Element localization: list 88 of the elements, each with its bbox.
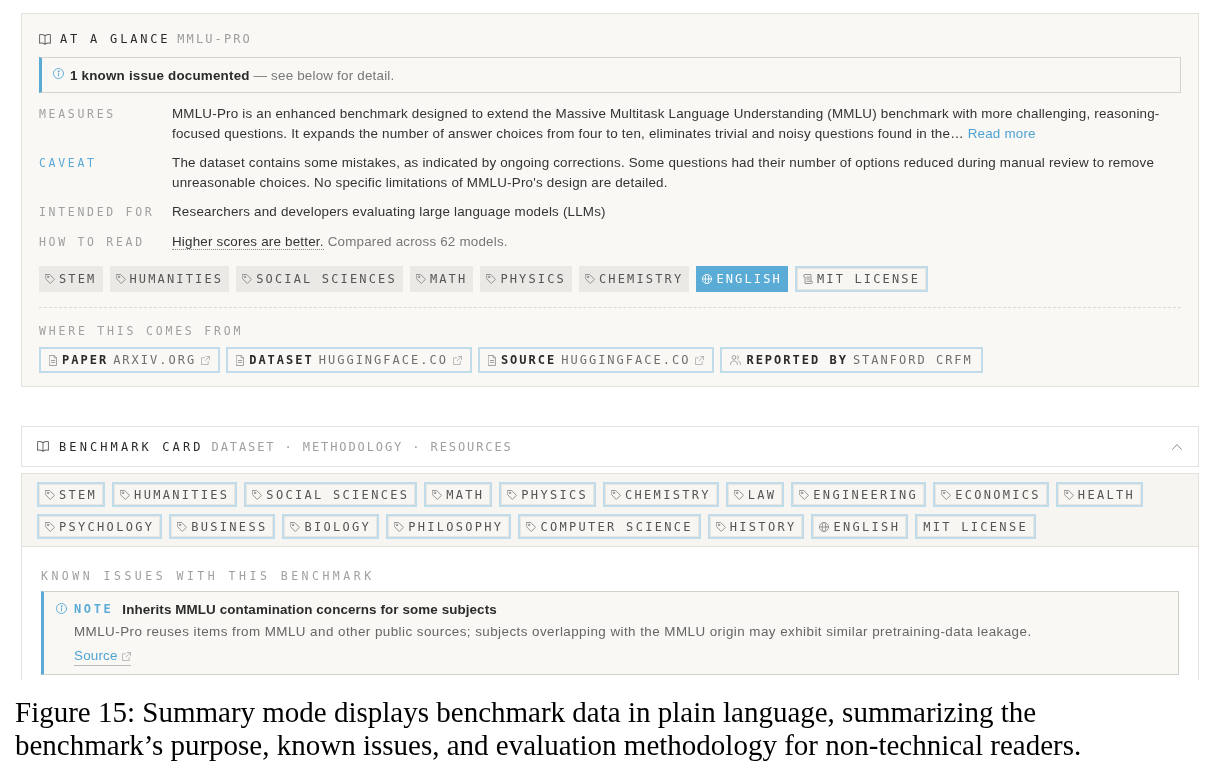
issue-title: Inherits MMLU contamination concerns for some subjects bbox=[122, 601, 497, 617]
credit-tag: REPORTED BY STANFORD CRFM bbox=[720, 347, 983, 373]
tag-icon bbox=[177, 521, 188, 532]
external-link-icon bbox=[695, 355, 705, 365]
tag-icon bbox=[415, 274, 426, 284]
severity-label: NOTE bbox=[74, 602, 114, 616]
external-link-icon bbox=[201, 355, 211, 365]
subject-tag: MATH bbox=[424, 482, 493, 507]
subject-tag: HEALTH bbox=[1055, 482, 1143, 507]
info-icon bbox=[53, 68, 64, 79]
globe-icon bbox=[819, 521, 830, 532]
tag-icon bbox=[486, 274, 497, 284]
subject-tag: BUSINESS bbox=[169, 514, 276, 539]
tag-icon bbox=[941, 489, 952, 500]
tag-icon bbox=[432, 489, 443, 500]
notice-text: 1 known issue documented — see below for detail. bbox=[70, 67, 395, 83]
tag-icon bbox=[394, 521, 405, 532]
document-icon bbox=[49, 354, 57, 366]
section-title: BENCHMARK CARD bbox=[59, 439, 204, 454]
subject-tag: STEM bbox=[39, 266, 103, 292]
source-link[interactable]: PAPER ARXIV.ORG bbox=[39, 347, 221, 373]
figure-caption: Figure 15: Summary mode displays benchmark data in plain language, summarizing the benchmark’s purpose, known issues, and evaluation methodology for non-technical readers. bbox=[15, 696, 1083, 762]
field-label: INTENDED FOR bbox=[39, 204, 156, 221]
source-link[interactable]: SOURCE HUGGINGFACE.CO bbox=[477, 347, 715, 373]
field-label: HOW TO READ bbox=[39, 234, 146, 251]
field-label: CAVEAT bbox=[39, 155, 98, 172]
language-tag: ENGLISH bbox=[811, 514, 909, 539]
section-heading: KNOWN ISSUES WITH THIS BENCHMARK bbox=[41, 569, 376, 583]
subject-tag: ECONOMICS bbox=[933, 482, 1049, 507]
document-icon bbox=[236, 354, 245, 366]
subject-tag: HUMANITIES bbox=[112, 482, 238, 507]
field-label: MEASURES bbox=[39, 106, 117, 123]
license-tag: MIT LICENSE bbox=[915, 514, 1036, 539]
subject-tag: HUMANITIES bbox=[109, 266, 230, 292]
section-title: AT A GLANCE bbox=[60, 32, 171, 46]
tag-icon bbox=[733, 489, 744, 500]
globe-icon bbox=[702, 274, 713, 284]
book-icon bbox=[39, 33, 51, 45]
info-icon bbox=[56, 603, 67, 614]
people-icon bbox=[730, 355, 742, 365]
subject-tag: MATH bbox=[409, 266, 474, 292]
tag-icon bbox=[715, 521, 726, 532]
subject-tag: PHYSICS bbox=[499, 482, 597, 507]
tag-icon bbox=[45, 274, 55, 284]
tag-icon bbox=[1063, 489, 1074, 500]
tag-icon bbox=[242, 274, 253, 284]
scroll-icon bbox=[803, 274, 813, 284]
external-link-icon bbox=[452, 355, 462, 365]
section-subtitle: DATASET · METHODOLOGY · RESOURCES bbox=[211, 439, 513, 454]
section-heading: WHERE THIS COMES FROM bbox=[39, 324, 245, 338]
tag-icon bbox=[115, 274, 126, 284]
field-text: Researchers and developers evaluating large language models (LLMs) bbox=[172, 203, 607, 221]
comparison-note: Compared across 62 models. bbox=[327, 234, 508, 249]
subject-tag: STEM bbox=[37, 482, 106, 507]
tag-icon bbox=[45, 489, 55, 500]
subject-tag: LAW bbox=[725, 482, 785, 507]
score-hint: Higher scores are better. bbox=[172, 234, 324, 250]
subject-tag: ENGINEERING bbox=[791, 482, 927, 507]
subject-tag: SOCIAL SCIENCES bbox=[244, 482, 418, 507]
benchmark-name: MMLU-PRO bbox=[177, 32, 252, 46]
tag-icon bbox=[585, 274, 595, 284]
subject-tag: BIOLOGY bbox=[282, 514, 380, 539]
license-tag: MIT LICENSE bbox=[795, 266, 929, 292]
tag-icon bbox=[290, 521, 301, 532]
subject-tag: SOCIAL SCIENCES bbox=[236, 266, 403, 292]
language-tag: ENGLISH bbox=[696, 266, 788, 292]
tag-icon bbox=[507, 489, 518, 500]
field-text: MMLU-Pro is an enhanced benchmark designed to extend the Massive Multitask Language Understanding (MMLU) benchmark with more challenging, reasoning-focused questions. It expands the number of answer choices from four to ten, eliminates trivial and noisy questions found in the… Read more bbox=[172, 105, 1161, 143]
tag-icon bbox=[120, 489, 131, 500]
chevron-up-icon[interactable] bbox=[1172, 443, 1182, 450]
issue-description: MMLU-Pro reuses items from MMLU and other public sources; subjects overlapping with the MMLU origin may exhibit similar pretraining-data leakage. bbox=[74, 623, 1033, 641]
tag-icon bbox=[611, 489, 622, 500]
source-link[interactable]: DATASET HUGGINGFACE.CO bbox=[226, 347, 472, 373]
field-text: The dataset contains some mistakes, as indicated by ongoing corrections. Some questions had their number of options reduced during manual review to remove unreasonable choices. No specific limitations of MMLU-Pro's design are detailed. bbox=[172, 154, 1156, 192]
tag-icon bbox=[526, 521, 537, 532]
subject-tag: PSYCHOLOGY bbox=[37, 514, 163, 539]
external-link-icon bbox=[121, 651, 131, 661]
subject-tag: CHEMISTRY bbox=[579, 266, 690, 292]
subject-tag: PHILOSOPHY bbox=[386, 514, 512, 539]
subject-tag: PHYSICS bbox=[480, 266, 572, 292]
book-icon bbox=[37, 441, 49, 452]
tag-icon bbox=[799, 489, 810, 500]
subject-tag: HISTORY bbox=[707, 514, 805, 539]
subject-tag: COMPUTER SCIENCE bbox=[518, 514, 701, 539]
subject-tag: CHEMISTRY bbox=[603, 482, 719, 507]
document-icon bbox=[487, 354, 496, 366]
tag-icon bbox=[45, 521, 55, 532]
tag-icon bbox=[252, 489, 263, 500]
